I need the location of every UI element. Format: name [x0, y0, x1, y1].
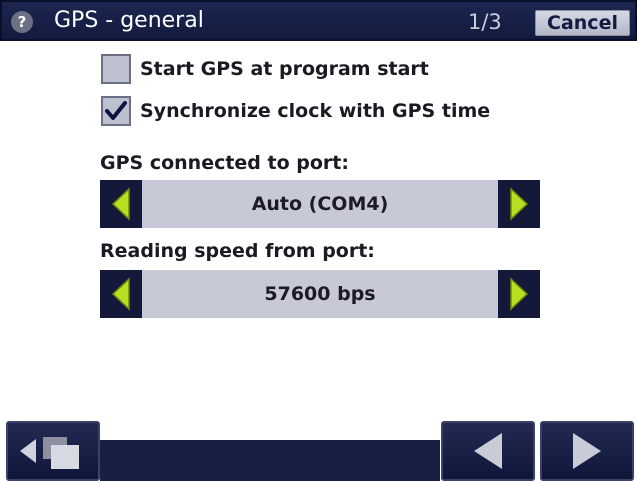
arrow-left-icon [474, 433, 502, 469]
prev-page-button[interactable] [441, 421, 535, 481]
port-section-label: GPS connected to port: [100, 152, 349, 174]
sync-clock-option[interactable]: Synchronize clock with GPS time [101, 95, 490, 127]
arrow-right-icon [573, 433, 601, 469]
bottom-bar-center [100, 440, 440, 481]
speed-prev-button[interactable] [100, 270, 142, 318]
arrow-right-icon [510, 277, 529, 311]
arrow-right-icon [510, 187, 529, 221]
title-bar: ? GPS - general 1/3 Cancel [0, 0, 637, 41]
windows-icon [20, 437, 79, 469]
speed-selector: 57600 bps [100, 270, 540, 318]
speed-next-button[interactable] [498, 270, 540, 318]
bottom-bar [0, 421, 637, 481]
help-icon[interactable]: ? [11, 11, 33, 33]
arrow-left-icon [111, 277, 130, 311]
start-gps-option[interactable]: Start GPS at program start [101, 53, 429, 85]
speed-value: 57600 bps [142, 270, 498, 318]
start-gps-label: Start GPS at program start [140, 58, 429, 80]
sync-clock-label: Synchronize clock with GPS time [140, 100, 491, 122]
port-next-button[interactable] [498, 180, 540, 228]
start-gps-checkbox[interactable] [101, 54, 131, 84]
next-page-button[interactable] [540, 421, 634, 481]
arrow-left-icon [111, 187, 130, 221]
page-title: GPS - general [54, 8, 204, 33]
page-indicator: 1/3 [468, 10, 502, 34]
port-selector: Auto (COM4) [100, 180, 540, 228]
speed-section-label: Reading speed from port: [100, 240, 375, 262]
cancel-button[interactable]: Cancel [535, 10, 630, 36]
port-value: Auto (COM4) [142, 180, 498, 228]
checkmark-icon [105, 101, 127, 120]
sync-clock-checkbox[interactable] [101, 96, 131, 126]
port-prev-button[interactable] [100, 180, 142, 228]
switch-window-button[interactable] [6, 421, 100, 481]
